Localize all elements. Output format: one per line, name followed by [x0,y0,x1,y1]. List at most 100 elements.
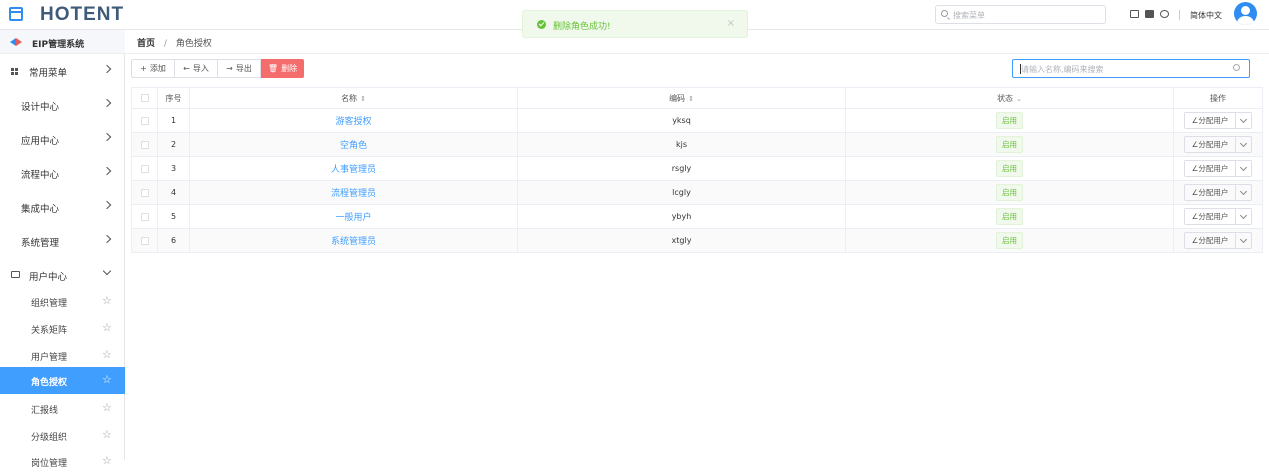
close-icon[interactable]: × [727,18,735,29]
chevron-right-icon [102,234,112,244]
chevron-down-icon[interactable] [1236,137,1251,152]
assign-users-button[interactable]: ∠分配用户 [1185,161,1237,176]
row-checkbox[interactable] [131,156,158,181]
status-badge: 启用 [845,180,1174,205]
star-icon[interactable]: ☆ [102,321,112,334]
refresh-icon[interactable] [1160,10,1169,18]
row-checkbox[interactable] [131,108,158,133]
sidebar-subitem-role-authorization[interactable]: 角色授权 ☆ [0,367,125,394]
row-actions: ∠分配用户 [1173,132,1263,157]
chevron-down-icon[interactable] [1236,161,1251,176]
star-icon[interactable]: ☆ [102,401,112,414]
role-name-link[interactable]: 人事管理员 [189,156,518,181]
assign-users-button[interactable]: ∠分配用户 [1185,209,1237,224]
row-index: 3 [157,156,190,181]
sidebar-item-user-center[interactable]: 用户中心 [0,258,125,292]
column-header-status[interactable]: 状态 ⌄ [845,87,1174,109]
chevron-down-icon[interactable] [1236,185,1251,200]
role-name-link[interactable]: 游客授权 [189,108,518,133]
menu-search-input[interactable]: 搜索菜单 [935,5,1106,24]
role-name-link[interactable]: 流程管理员 [189,180,518,205]
avatar[interactable] [1234,2,1257,25]
table-row[interactable]: 2 空角色 kjs 启用 ∠分配用户 [131,132,1263,157]
add-button[interactable]: + 添加 [131,59,175,78]
row-actions: ∠分配用户 [1173,204,1263,229]
row-checkbox[interactable] [131,228,158,253]
sidebar-subitem-org-management[interactable]: 组织管理 ☆ [0,288,125,315]
status-badge: 启用 [845,132,1174,157]
star-icon[interactable]: ☆ [102,294,112,307]
row-checkbox[interactable] [131,204,158,229]
assign-users-button[interactable]: ∠分配用户 [1185,137,1237,152]
sidebar-item-system-management[interactable]: 系统管理 [0,224,125,258]
sidebar-item-app-center[interactable]: 应用中心 [0,122,125,156]
import-button[interactable]: ← 导入 [174,59,218,78]
star-icon[interactable]: ☆ [102,348,112,361]
export-button[interactable]: → 导出 [217,59,261,78]
chevron-right-icon [102,64,112,74]
toast-message: 删除角色成功! [553,22,611,32]
breadcrumb-home[interactable]: 首页 [137,39,155,49]
role-table: 序号 名称 ⇕ 编码 ⇕ 状态 ⌄ 操作 1 游客授权 yksq 启用 ∠分配用户 2 空角色 kj… [131,87,1263,253]
sidebar-item-common-menu[interactable]: 常用菜单 [0,54,125,88]
row-index: 2 [157,132,190,157]
plus-icon: + [140,64,147,73]
monitor-icon[interactable] [1130,10,1139,18]
star-icon[interactable]: ☆ [102,428,112,441]
row-index: 5 [157,204,190,229]
menu-search-placeholder: 搜索菜单 [953,11,985,20]
column-header-name[interactable]: 名称 ⇕ [189,87,518,109]
chevron-down-icon[interactable] [1236,113,1251,128]
table-row[interactable]: 5 一般用户 ybyh 启用 ∠分配用户 [131,204,1263,229]
column-header-code[interactable]: 编码 ⇕ [517,87,846,109]
sidebar-subitem-post-management[interactable]: 岗位管理 ☆ [0,448,125,475]
role-name-link[interactable]: 系统管理员 [189,228,518,253]
monitor-icon [11,271,20,278]
sidebar-item-design-center[interactable]: 设计中心 [0,88,125,122]
row-checkbox[interactable] [131,180,158,205]
table-row[interactable]: 3 人事管理员 rsgly 启用 ∠分配用户 [131,156,1263,181]
status-badge: 启用 [845,108,1174,133]
table-row[interactable]: 1 游客授权 yksq 启用 ∠分配用户 [131,108,1263,133]
table-row[interactable]: 4 流程管理员 lcgly 启用 ∠分配用户 [131,180,1263,205]
breadcrumb-current: 角色授权 [175,39,212,49]
sidebar-item-integration-center[interactable]: 集成中心 [0,190,125,224]
sidebar: EIP管理系统 常用菜单 设计中心 应用中心 流程中心 集成中心 系统管理 用户… [0,30,125,469]
star-icon[interactable]: ☆ [102,373,112,386]
select-all-checkbox[interactable] [131,87,158,109]
row-actions: ∠分配用户 [1173,108,1263,133]
status-badge: 启用 [845,228,1174,253]
sidebar-subitem-relation-matrix[interactable]: 关系矩阵 ☆ [0,315,125,342]
system-title-bar: EIP管理系统 [0,30,125,54]
row-index: 4 [157,180,190,205]
role-search-input[interactable]: 请输入名称,编码来搜索 [1012,59,1250,78]
chevron-down-icon[interactable] [1236,233,1251,248]
table-row[interactable]: 6 系统管理员 xtgly 启用 ∠分配用户 [131,228,1263,253]
row-actions: ∠分配用户 [1173,180,1263,205]
search-icon[interactable] [1233,64,1240,71]
row-actions: ∠分配用户 [1173,156,1263,181]
sidebar-subitem-user-management[interactable]: 用户管理 ☆ [0,342,125,369]
assign-users-button[interactable]: ∠分配用户 [1185,185,1237,200]
role-name-link[interactable]: 一般用户 [189,204,518,229]
search-icon [941,10,948,17]
assign-users-button[interactable]: ∠分配用户 [1185,113,1237,128]
chevron-right-icon [102,200,112,210]
assign-users-button[interactable]: ∠分配用户 [1185,233,1237,248]
sidebar-subitem-graded-org[interactable]: 分级组织 ☆ [0,422,125,449]
divider [125,53,1269,54]
divider [1179,10,1180,20]
row-checkbox[interactable] [131,132,158,157]
fullscreen-icon[interactable] [1145,10,1154,18]
chevron-right-icon [102,132,112,142]
delete-button[interactable]: 🗑 删除 [261,59,304,78]
sidebar-item-process-center[interactable]: 流程中心 [0,156,125,190]
role-code: yksq [517,108,846,133]
star-icon[interactable]: ☆ [102,454,112,467]
sidebar-subitem-report-line[interactable]: 汇报线 ☆ [0,395,125,422]
language-selector[interactable]: 简体中文 [1190,10,1222,21]
role-name-link[interactable]: 空角色 [189,132,518,157]
grid-icon [11,68,18,75]
menu-toggle-icon[interactable] [9,7,23,21]
chevron-down-icon[interactable] [1236,209,1251,224]
